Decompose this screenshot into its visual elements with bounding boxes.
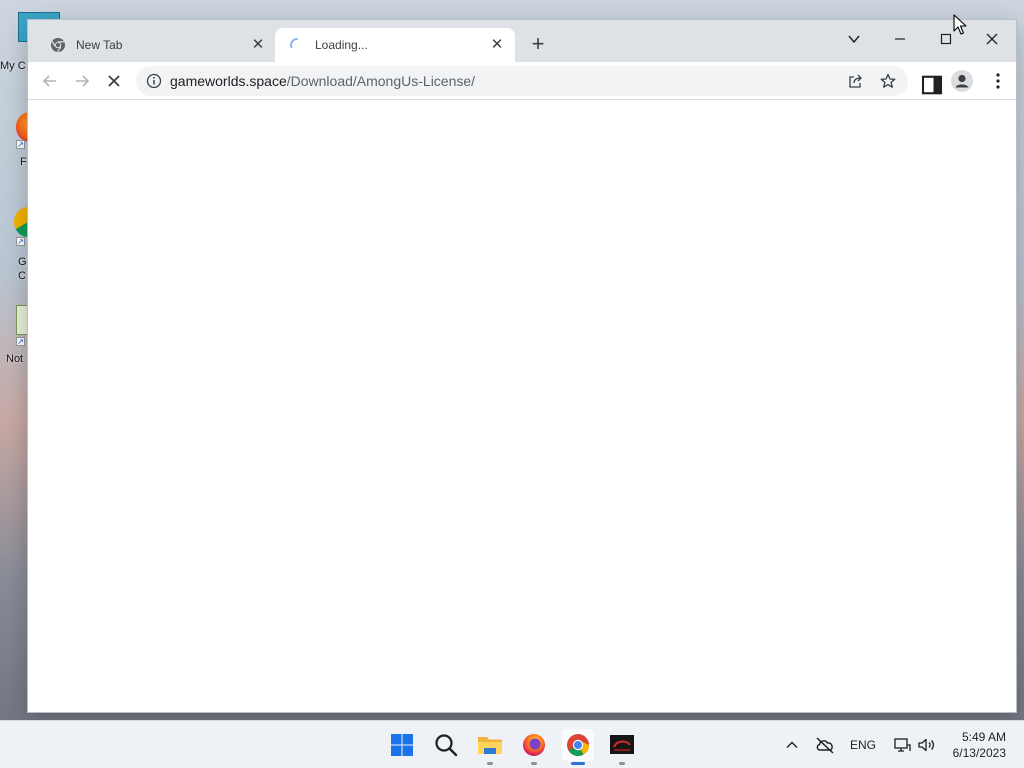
folder-icon xyxy=(478,737,502,754)
profile-button[interactable] xyxy=(950,69,974,93)
shortcut-arrow-icon: ↗ xyxy=(16,140,25,149)
chrome-icon xyxy=(567,734,589,756)
tab-close-button[interactable]: ✕ xyxy=(250,37,266,53)
clock-date: 6/13/2023 xyxy=(952,746,1006,760)
start-button[interactable] xyxy=(386,729,418,761)
desktop-icon-label: Not xyxy=(6,353,24,365)
avatar-icon xyxy=(951,70,973,92)
tab-search-button[interactable] xyxy=(831,24,877,54)
desktop-icon-firefox[interactable]: ↗ F xyxy=(0,110,44,170)
clock-time: 5:49 AM xyxy=(961,730,1006,744)
stop-loading-button[interactable] xyxy=(100,67,128,95)
windows-logo-icon xyxy=(391,734,413,756)
game-icon xyxy=(610,735,634,754)
running-indicator xyxy=(619,762,625,765)
shortcut-arrow-icon: ↗ xyxy=(16,337,25,346)
stop-icon xyxy=(108,75,120,87)
taskbar-firefox[interactable] xyxy=(518,729,550,765)
network-icon[interactable] xyxy=(892,735,912,755)
taskbar-clock[interactable]: 5:49 AM 6/13/2023 xyxy=(953,729,1006,761)
chrome-icon xyxy=(51,38,65,53)
kebab-menu-icon[interactable] xyxy=(986,69,1010,93)
tab-new-tab[interactable]: New Tab ✕ xyxy=(36,28,276,62)
tab-loading[interactable]: Loading... ✕ xyxy=(275,28,515,62)
firefox-icon xyxy=(523,734,545,756)
desktop-icon-label: My C xyxy=(0,60,26,72)
new-tab-button[interactable]: + xyxy=(526,33,550,57)
cloud-offline-icon[interactable] xyxy=(814,735,836,755)
system-tray: ENG xyxy=(782,721,936,768)
close-icon xyxy=(986,33,998,45)
side-panel-icon[interactable] xyxy=(920,73,944,97)
desktop-icon-label: G C xyxy=(18,256,27,282)
url-path: /Download/AmongUs-License/ xyxy=(286,73,476,89)
taskbar-chrome[interactable] xyxy=(562,729,594,765)
taskbar: ENG 5:49 AM 6/13/2023 xyxy=(0,720,1024,768)
chevron-up-icon[interactable] xyxy=(782,735,802,755)
running-indicator xyxy=(487,762,493,765)
forward-button[interactable] xyxy=(68,67,96,95)
desktop-icon-my-computer[interactable]: My C xyxy=(0,12,60,72)
spinner-icon xyxy=(290,38,298,48)
browser-toolbar: gameworlds.space/Download/AmongUs-Licens… xyxy=(28,62,1016,100)
back-button[interactable] xyxy=(36,67,64,95)
desktop-icon-label: F xyxy=(20,156,27,168)
tab-close-button[interactable]: ✕ xyxy=(489,37,505,53)
url-host: gameworlds.space xyxy=(170,73,287,89)
arrow-right-icon xyxy=(76,75,90,87)
share-icon[interactable] xyxy=(848,73,864,89)
desktop-icon-notepad[interactable]: ↗ Not xyxy=(0,305,30,365)
tab-title: New Tab xyxy=(76,38,123,52)
minimize-button[interactable] xyxy=(877,24,923,54)
address-bar[interactable]: gameworlds.space/Download/AmongUs-Licens… xyxy=(136,66,908,96)
language-indicator[interactable]: ENG xyxy=(850,738,876,752)
minimize-icon xyxy=(895,38,905,40)
desktop-icon-chrome[interactable]: ↗ G C xyxy=(0,205,42,285)
speaker-icon[interactable] xyxy=(916,735,936,755)
maximize-icon xyxy=(940,33,952,45)
tab-title: Loading... xyxy=(315,38,368,52)
arrow-left-icon xyxy=(42,75,56,87)
browser-window: New Tab ✕ Loading... ✕ + gameworlds.spac… xyxy=(28,20,1016,712)
close-window-button[interactable] xyxy=(969,24,1015,54)
tab-strip: New Tab ✕ Loading... ✕ + xyxy=(28,20,1016,62)
taskbar-game-app[interactable] xyxy=(606,729,638,765)
taskbar-file-explorer[interactable] xyxy=(474,729,506,765)
chevron-down-icon xyxy=(848,35,860,44)
info-icon[interactable] xyxy=(146,73,162,89)
bookmark-star-icon[interactable] xyxy=(880,73,896,89)
url-text: gameworlds.space/Download/AmongUs-Licens… xyxy=(170,73,475,89)
running-indicator xyxy=(531,762,537,765)
mouse-cursor-icon xyxy=(953,14,967,35)
shortcut-arrow-icon: ↗ xyxy=(16,237,25,246)
running-indicator xyxy=(571,762,585,765)
taskbar-search-button[interactable] xyxy=(430,729,462,761)
page-content[interactable] xyxy=(28,100,1016,712)
search-icon xyxy=(435,734,458,757)
